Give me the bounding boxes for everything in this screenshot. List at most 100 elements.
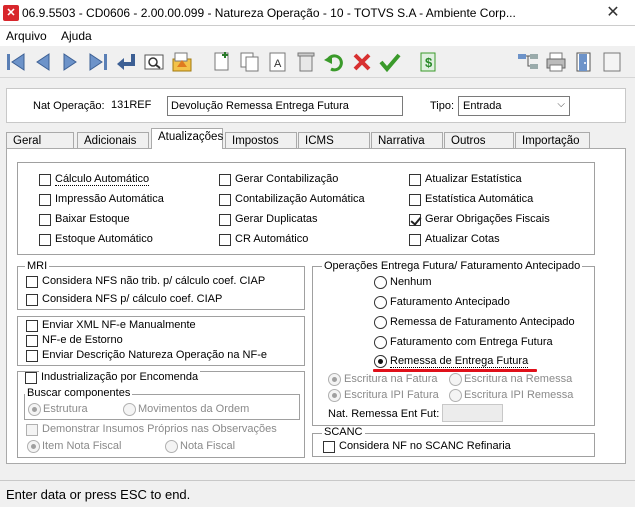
buscar-estrutura-label: Estrutura — [43, 403, 88, 415]
delete-icon[interactable] — [294, 50, 318, 74]
header-panel: Nat Operação: 131REF Devolução Remessa E… — [6, 88, 626, 123]
scanc-legend: SCANC — [322, 426, 365, 438]
tab-outros[interactable]: Outros — [444, 132, 514, 149]
cr-automatico-checkbox[interactable] — [219, 234, 231, 246]
op-nenhum-label: Nenhum — [390, 276, 432, 288]
enviar-descricao-checkbox[interactable] — [26, 350, 38, 362]
nat-operacao-label: Nat Operação: — [33, 100, 105, 112]
edit-icon[interactable]: A — [266, 50, 290, 74]
mri-nfs-nao-trib-checkbox[interactable] — [26, 276, 38, 288]
tab-icms[interactable]: ICMS — [298, 132, 370, 149]
undo-icon[interactable] — [322, 50, 346, 74]
tab-impostos[interactable]: Impostos — [225, 132, 297, 149]
nat-operacao-description-field[interactable]: Devolução Remessa Entrega Futura — [167, 96, 403, 116]
app-logo-icon: ✕ — [3, 5, 19, 21]
mri-nfs-ciap-label: Considera NFS p/ cálculo coef. CIAP — [42, 293, 223, 305]
nota-fiscal-label: Nota Fiscal — [180, 440, 236, 452]
scanc-refinaria-checkbox[interactable] — [323, 441, 335, 453]
buscar-estrutura-radio[interactable] — [28, 403, 41, 416]
estatistica-automatica-checkbox[interactable] — [409, 194, 421, 206]
impressao-automatica-label: Impressão Automática — [55, 193, 164, 205]
atualizar-estatistica-checkbox[interactable] — [409, 174, 421, 186]
calculo-automatico-checkbox[interactable] — [39, 174, 51, 186]
nfe-group: Enviar XML NF-e Manualmente NF-e de Esto… — [17, 316, 305, 366]
tab-adicionais[interactable]: Adicionais — [77, 132, 149, 149]
op-faturamento-entrega-futura-radio[interactable] — [374, 336, 387, 349]
copy-icon[interactable] — [238, 50, 262, 74]
mri-legend: MRI — [25, 260, 50, 272]
tipo-value: Entrada — [463, 100, 502, 112]
buscar-componentes-legend: Buscar componentes — [25, 387, 133, 399]
first-record-icon[interactable] — [4, 50, 28, 74]
mri-nfs-ciap-checkbox[interactable] — [26, 294, 38, 306]
op-faturamento-antecipado-radio[interactable] — [374, 296, 387, 309]
nat-operacao-code-field[interactable]: 131REF — [108, 96, 166, 116]
calculo-automatico-label: Cálculo Automático — [55, 173, 150, 186]
op-remessa-faturamento-antecipado-label: Remessa de Faturamento Antecipado — [390, 316, 575, 328]
mri-group: Considera NFS não trib. p/ cálculo coef.… — [17, 266, 305, 310]
buscar-movimentos-label: Movimentos da Ordem — [138, 403, 250, 415]
op-remessa-entrega-futura-radio[interactable] — [374, 355, 387, 368]
buscar-movimentos-radio[interactable] — [123, 403, 136, 416]
close-window-button[interactable]: ✕ — [600, 3, 626, 23]
tab-geral[interactable]: Geral — [6, 132, 74, 149]
print-icon[interactable] — [544, 50, 568, 74]
escritura-remessa-radio[interactable] — [449, 373, 462, 386]
operacoes-entrega-futura-group: Nenhum Faturamento Antecipado Remessa de… — [312, 266, 595, 426]
tab-atualizacoes[interactable]: Atualizações — [151, 128, 223, 149]
new-record-icon[interactable] — [210, 50, 234, 74]
impressao-automatica-checkbox[interactable] — [39, 194, 51, 206]
menu-arquivo[interactable]: Arquivo — [6, 29, 47, 43]
op-nenhum-radio[interactable] — [374, 276, 387, 289]
tree-icon[interactable] — [516, 50, 540, 74]
goto-icon[interactable] — [114, 50, 138, 74]
search-icon[interactable] — [142, 50, 166, 74]
industrializacao-checkbox[interactable] — [25, 372, 37, 384]
op-faturamento-entrega-futura-label: Faturamento com Entrega Futura — [390, 336, 553, 348]
window-title: 06.9.5503 - CD0606 - 2.00.00.099 - Natur… — [22, 6, 516, 20]
gerar-duplicatas-label: Gerar Duplicatas — [235, 213, 318, 225]
chevron-down-icon: ⌵ — [557, 99, 565, 110]
gerar-contabilizacao-checkbox[interactable] — [219, 174, 231, 186]
nota-fiscal-radio[interactable] — [165, 440, 178, 453]
enviar-descricao-label: Enviar Descrição Natureza Operação na NF… — [42, 349, 267, 361]
escritura-ipi-remessa-radio[interactable] — [449, 389, 462, 402]
baixar-estoque-label: Baixar Estoque — [55, 213, 130, 225]
help-icon[interactable] — [600, 50, 624, 74]
tab-bar: Geral Adicionais Atualizações Impostos I… — [6, 128, 626, 149]
atualizar-cotas-checkbox[interactable] — [409, 234, 421, 246]
tab-importacao[interactable]: Importação — [515, 132, 590, 149]
last-record-icon[interactable] — [86, 50, 110, 74]
gerar-obrigacoes-fiscais-checkbox[interactable] — [409, 214, 421, 226]
industrializacao-group: Estrutura Movimentos da Ordem Demonstrar… — [17, 371, 305, 458]
item-nota-fiscal-radio[interactable] — [27, 440, 40, 453]
escritura-ipi-fatura-radio[interactable] — [328, 389, 341, 402]
money-icon[interactable]: $ — [416, 50, 440, 74]
tab-narrativa[interactable]: Narrativa — [371, 132, 443, 149]
op-remessa-faturamento-antecipado-radio[interactable] — [374, 316, 387, 329]
exit-icon[interactable] — [572, 50, 596, 74]
demonstrar-insumos-label: Demonstrar Insumos Próprios nas Observaç… — [42, 423, 277, 435]
svg-text:$: $ — [425, 55, 433, 70]
baixar-estoque-checkbox[interactable] — [39, 214, 51, 226]
demonstrar-insumos-checkbox[interactable] — [26, 424, 38, 436]
svg-text:A: A — [274, 58, 282, 70]
menu-ajuda[interactable]: Ajuda — [61, 29, 92, 43]
nat-remessa-field[interactable] — [442, 404, 503, 422]
estoque-automatico-checkbox[interactable] — [39, 234, 51, 246]
nfe-estorno-checkbox[interactable] — [26, 335, 38, 347]
gerar-contabilizacao-label: Gerar Contabilização — [235, 173, 339, 185]
escritura-fatura-radio[interactable] — [328, 373, 341, 386]
report-icon[interactable] — [170, 50, 194, 74]
gerar-duplicatas-checkbox[interactable] — [219, 214, 231, 226]
next-record-icon[interactable] — [58, 50, 82, 74]
operacoes-legend: Operações Entrega Futura/ Faturamento An… — [322, 260, 583, 272]
enviar-xml-checkbox[interactable] — [26, 320, 38, 332]
contabilizacao-automatica-checkbox[interactable] — [219, 194, 231, 206]
cancel-icon[interactable] — [350, 50, 374, 74]
confirm-icon[interactable] — [378, 50, 402, 74]
tipo-select[interactable]: Entrada ⌵ — [458, 96, 570, 116]
escritura-ipi-fatura-label: Escritura IPI Fatura — [344, 389, 439, 401]
previous-record-icon[interactable] — [31, 50, 55, 74]
escritura-remessa-label: Escritura na Remessa — [464, 373, 573, 385]
